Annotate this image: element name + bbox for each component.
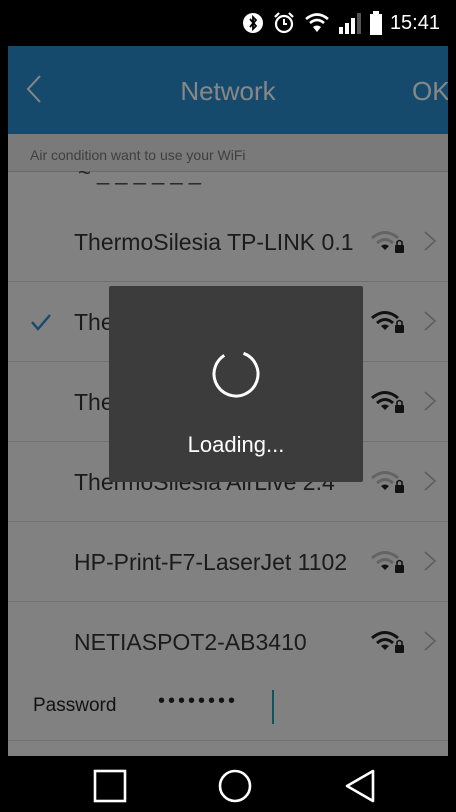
navigation-bar — [8, 756, 448, 812]
status-bar: 15:41 — [8, 0, 448, 46]
wifi-icon — [305, 13, 329, 32]
loading-dialog: Loading... — [109, 286, 363, 482]
signal-icon — [338, 13, 361, 34]
battery-icon — [369, 11, 382, 35]
alarm-icon — [274, 12, 294, 34]
phone-screen: 15:41 Network OK Air condition want to u… — [8, 0, 448, 812]
recent-apps-icon[interactable] — [90, 766, 130, 806]
loading-text: Loading... — [187, 432, 285, 457]
status-icons: 15:41 — [242, 10, 440, 36]
spinner-icon — [212, 350, 260, 398]
status-time: 15:41 — [389, 12, 440, 34]
home-icon[interactable] — [215, 766, 255, 806]
back-icon[interactable] — [341, 766, 381, 806]
bluetooth-icon — [242, 13, 263, 33]
